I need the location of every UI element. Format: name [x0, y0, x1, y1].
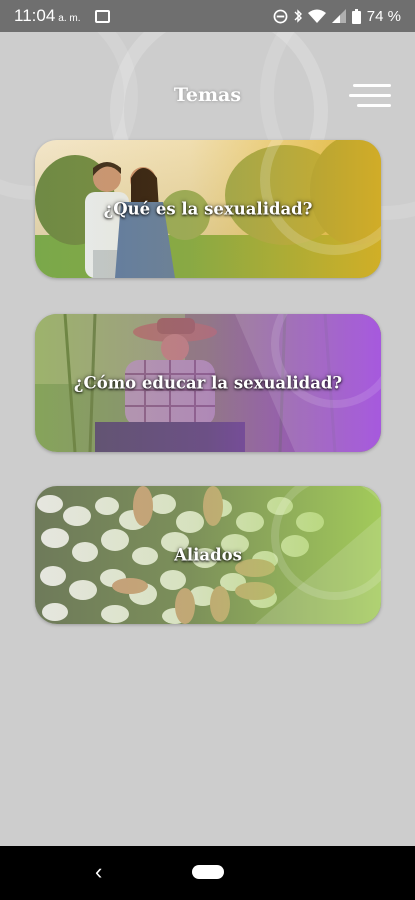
status-bar: 11:04 a. m. 74 %: [0, 0, 415, 32]
status-icons: 74 %: [273, 8, 401, 25]
battery-icon: [351, 8, 361, 24]
hamburger-menu-icon[interactable]: [349, 82, 391, 110]
card-label: Aliados: [174, 545, 242, 565]
notification-icon: [94, 9, 110, 23]
status-time: 11:04: [14, 6, 56, 25]
header: Temas: [0, 32, 415, 142]
bluetooth-icon: [294, 9, 302, 23]
signal-icon: [331, 9, 346, 23]
card-label: ¿Qué es la sexualidad?: [103, 199, 313, 219]
system-nav-bar: ‹: [0, 846, 415, 900]
topic-card-aliados[interactable]: Aliados: [35, 486, 381, 624]
card-label: ¿Cómo educar la sexualidad?: [73, 373, 343, 393]
app-screen: Temas ¿Qué es la sexualidad? ¿Cómo educa…: [0, 32, 415, 846]
wifi-icon: [307, 9, 326, 23]
back-chevron-icon[interactable]: ‹: [95, 859, 102, 885]
topic-card-como-educar[interactable]: ¿Cómo educar la sexualidad?: [35, 314, 381, 452]
home-pill-icon[interactable]: [192, 865, 224, 879]
topic-card-que-es[interactable]: ¿Qué es la sexualidad?: [35, 140, 381, 278]
status-ampm: a. m.: [58, 12, 81, 24]
do-not-disturb-icon: [273, 9, 288, 23]
battery-percent: 74 %: [366, 7, 401, 25]
